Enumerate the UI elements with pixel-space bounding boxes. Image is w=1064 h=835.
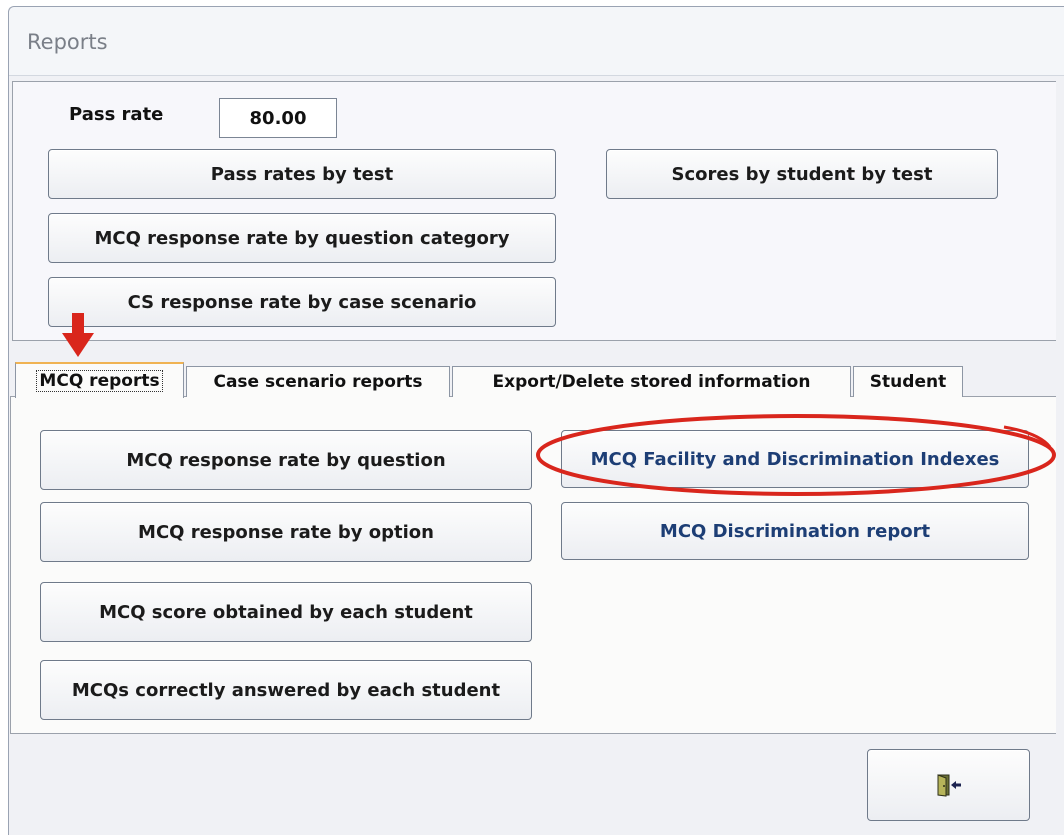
mcq-response-rate-by-option-button[interactable]: MCQ response rate by option [40, 502, 532, 562]
tab-case-scenario-reports[interactable]: Case scenario reports [186, 366, 450, 397]
tab-mcq-reports[interactable]: MCQ reports [15, 362, 184, 398]
mcqs-correctly-answered-button[interactable]: MCQs correctly answered by each student [40, 660, 532, 720]
tab-export-delete[interactable]: Export/Delete stored information [452, 366, 851, 397]
red-arrow-annotation-icon [62, 313, 94, 357]
cs-response-rate-by-case-button[interactable]: CS response rate by case scenario [48, 277, 556, 327]
mcq-response-rate-by-category-button[interactable]: MCQ response rate by question category [48, 213, 556, 263]
exit-button[interactable] [867, 749, 1030, 821]
mcq-discrimination-report-button[interactable]: MCQ Discrimination report [561, 502, 1029, 560]
tab-student[interactable]: Student [853, 366, 963, 397]
pass-rate-input[interactable]: 80.00 [219, 98, 337, 138]
window-title-bar: Reports [9, 7, 1064, 76]
tab-mcq-reports-label: MCQ reports [36, 370, 163, 392]
mcq-response-rate-by-question-button[interactable]: MCQ response rate by question [40, 430, 532, 490]
pass-rate-label: Pass rate [69, 104, 164, 125]
mcq-facility-discrimination-button[interactable]: MCQ Facility and Discrimination Indexes [561, 430, 1029, 488]
window-title: Reports [27, 30, 108, 54]
mcq-score-by-student-button[interactable]: MCQ score obtained by each student [40, 582, 532, 642]
pass-rates-by-test-button[interactable]: Pass rates by test [48, 149, 556, 199]
exit-door-icon [937, 774, 961, 797]
scores-by-student-by-test-button[interactable]: Scores by student by test [606, 149, 998, 199]
